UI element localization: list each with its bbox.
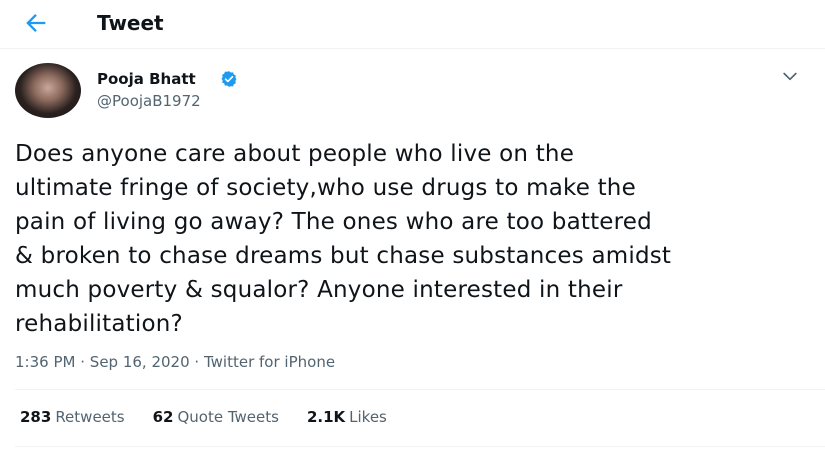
- divider: [15, 389, 825, 390]
- quote-tweets-stat[interactable]: 62 Quote Tweets: [153, 405, 279, 429]
- tweet-meta: 1:36 PM · Sep 16, 2020 · Twitter for iPh…: [15, 350, 335, 374]
- divider: [15, 446, 825, 447]
- tweet-date[interactable]: Sep 16, 2020: [90, 353, 190, 371]
- page-title: Tweet: [97, 11, 164, 35]
- tweet-text: Does anyone care about people who live o…: [15, 141, 672, 337]
- meta-separator: ·: [194, 353, 200, 371]
- retweets-count: 283: [20, 408, 52, 426]
- author-name[interactable]: Pooja Bhatt: [97, 68, 196, 90]
- retweets-stat[interactable]: 283 Retweets: [20, 405, 125, 429]
- avatar[interactable]: [15, 63, 81, 118]
- author-handle[interactable]: @PoojaB1972: [97, 90, 201, 112]
- tweet-stats: 283 Retweets 62 Quote Tweets 2.1K Likes: [20, 405, 415, 429]
- likes-stat[interactable]: 2.1K Likes: [307, 405, 387, 429]
- quote-tweets-count: 62: [152, 408, 174, 426]
- retweets-label: Retweets: [55, 408, 125, 426]
- arrow-left-icon[interactable]: [22, 9, 50, 37]
- tweet-time[interactable]: 1:36 PM: [15, 353, 75, 371]
- likes-count: 2.1K: [306, 408, 346, 426]
- likes-label: Likes: [349, 408, 387, 426]
- verified-badge-icon: [221, 71, 237, 87]
- quote-tweets-label: Quote Tweets: [177, 408, 279, 426]
- page-header: Tweet: [0, 0, 825, 49]
- chevron-down-icon[interactable]: [780, 66, 800, 86]
- meta-separator: ·: [80, 353, 86, 371]
- tweet-source[interactable]: Twitter for iPhone: [204, 353, 335, 371]
